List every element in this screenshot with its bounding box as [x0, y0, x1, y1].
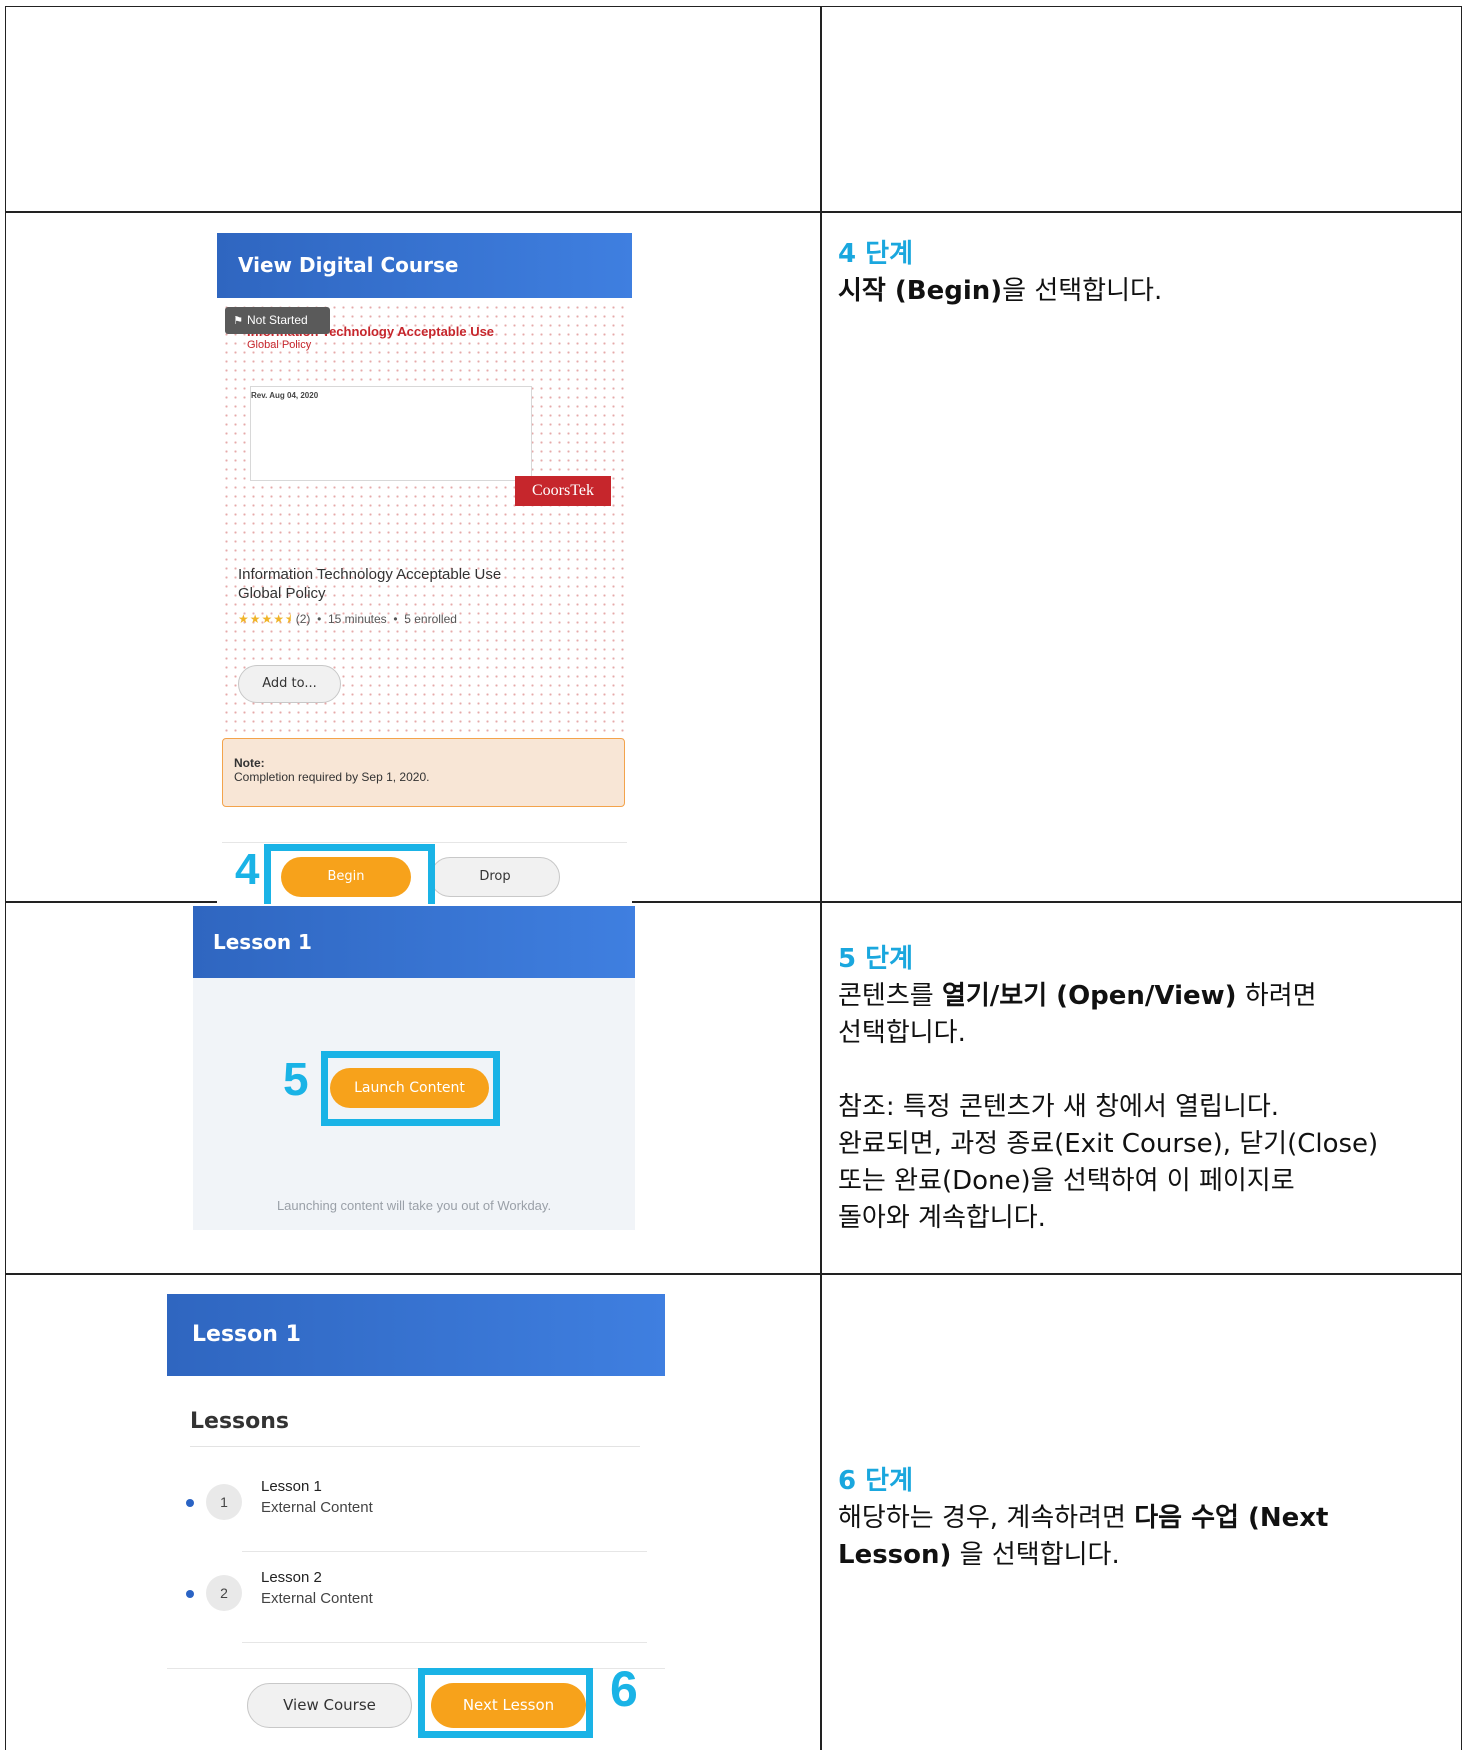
- bullet-icon: [186, 1590, 194, 1598]
- step-callout-5: 5: [283, 1053, 309, 1105]
- thumbnail-subtitle: Global Policy: [247, 339, 312, 351]
- step-5-post: 하려면: [1236, 981, 1317, 1011]
- lessons-divider: [190, 1446, 640, 1447]
- step-6-rest: 을 선택합니다.: [951, 1540, 1120, 1570]
- bullet-icon: [186, 1499, 194, 1507]
- launch-highlight-box: [321, 1051, 500, 1126]
- page-header: View Digital Course: [217, 233, 632, 298]
- step-5-number: 5: [838, 944, 857, 974]
- lesson-type: External Content: [261, 1499, 373, 1516]
- launch-note: Launching content will take you out of W…: [276, 1198, 552, 1213]
- note-label: Note:: [234, 756, 265, 770]
- lesson-type: External Content: [261, 1590, 373, 1607]
- step-callout-4: 4: [235, 845, 260, 894]
- step-5-pre: 콘텐츠를: [838, 981, 942, 1011]
- step-4-bold: 시작 (Begin): [838, 276, 1003, 306]
- lesson-title: Lesson 1: [261, 1478, 322, 1495]
- course-title: Information Technology Acceptable Use Gl…: [238, 565, 538, 603]
- lesson-launch-screenshot: Lesson 1 Launch Content 5 Launching cont…: [193, 906, 635, 1230]
- table-row-blank: [5, 6, 1462, 213]
- page-header: Lesson 1: [193, 906, 635, 978]
- view-course-button[interactable]: View Course: [247, 1683, 412, 1728]
- course-meta: ★★★★⯨ (2) • 15 minutes • 5 enrolled: [238, 612, 457, 626]
- flag-icon: ⚑: [233, 315, 243, 327]
- view-digital-course-screenshot: View Digital Course Information Technolo…: [217, 233, 632, 904]
- step-5-text: 5 단계 콘텐츠를 열기/보기 (Open/View) 하려면 선택합니다. 참…: [838, 941, 1448, 1237]
- list-divider: [242, 1642, 647, 1643]
- step-6-unit: 단계: [865, 1466, 913, 1496]
- step-6-bold-1: 다음 수업 (Next: [1134, 1503, 1329, 1533]
- course-duration: 15 minutes: [327, 612, 387, 626]
- step-callout-6: 6: [610, 1661, 638, 1717]
- step-5-note-4: 돌아와 계속합니다.: [838, 1203, 1046, 1233]
- step-5-bold: 열기/보기 (Open/View): [941, 981, 1237, 1011]
- begin-highlight-box: [264, 844, 435, 904]
- step-4-rest: 을 선택합니다.: [1002, 276, 1163, 306]
- page-header: Lesson 1: [167, 1294, 665, 1376]
- course-title-line-1: Information Technology Acceptable Use: [238, 566, 502, 583]
- lesson-title: Lesson 2: [261, 1569, 322, 1586]
- lesson-list-item[interactable]: 1 Lesson 1 External Content: [182, 1462, 647, 1552]
- rating-count: (2): [295, 612, 311, 626]
- step-5-unit: 단계: [865, 944, 913, 974]
- step-5-note-2: 완료되면, 과정 종료(Exit Course), 닫기(Close): [838, 1129, 1379, 1159]
- add-to-button[interactable]: Add to...: [238, 665, 341, 703]
- enrolled-count: 5 enrolled: [404, 612, 457, 626]
- list-divider: [242, 1551, 647, 1552]
- thumbnail-card: [250, 386, 532, 481]
- lesson-index: 2: [206, 1575, 242, 1611]
- step-6-number: 6: [838, 1466, 857, 1496]
- lesson-list-screenshot: Lesson 1 Lessons 1 Lesson 1 External Con…: [167, 1294, 665, 1750]
- step-5-line2: 선택합니다.: [838, 1018, 966, 1048]
- step-5-note-1: 참조: 특정 콘텐츠가 새 창에서 열립니다.: [838, 1092, 1280, 1122]
- footer-divider: [222, 842, 627, 843]
- course-title-line-2: Global Policy: [238, 585, 326, 602]
- completion-note: Note: Completion required by Sep 1, 2020…: [222, 738, 625, 807]
- lessons-heading: Lessons: [190, 1409, 289, 1434]
- status-badge: ⚑ Not Started: [225, 307, 330, 334]
- step-4-unit: 단계: [865, 239, 913, 269]
- coorstek-logo: CoorsTek: [515, 476, 611, 506]
- lesson-index: 1: [206, 1484, 242, 1520]
- step-6-pre: 해당하는 경우, 계속하려면: [838, 1503, 1135, 1533]
- lesson-list-item[interactable]: 2 Lesson 2 External Content: [182, 1553, 647, 1643]
- column-divider: [820, 6, 822, 1750]
- step-6-text: 6 단계 해당하는 경우, 계속하려면 다음 수업 (Next Lesson) …: [838, 1463, 1448, 1574]
- drop-button[interactable]: Drop: [430, 857, 560, 897]
- step-4-text: 4 단계 시작 (Begin)을 선택합니다.: [838, 236, 1448, 310]
- star-rating-icon: ★★★★⯨: [238, 612, 293, 626]
- status-badge-label: Not Started: [247, 313, 308, 327]
- thumbnail-revision: Rev. Aug 04, 2020: [251, 391, 319, 400]
- step-4-number: 4: [838, 239, 857, 269]
- step-6-bold-2: Lesson): [838, 1540, 952, 1570]
- note-text: Completion required by Sep 1, 2020.: [234, 770, 430, 784]
- next-lesson-highlight-box: [418, 1668, 593, 1738]
- step-5-note-3: 또는 완료(Done)을 선택하여 이 페이지로: [838, 1166, 1295, 1196]
